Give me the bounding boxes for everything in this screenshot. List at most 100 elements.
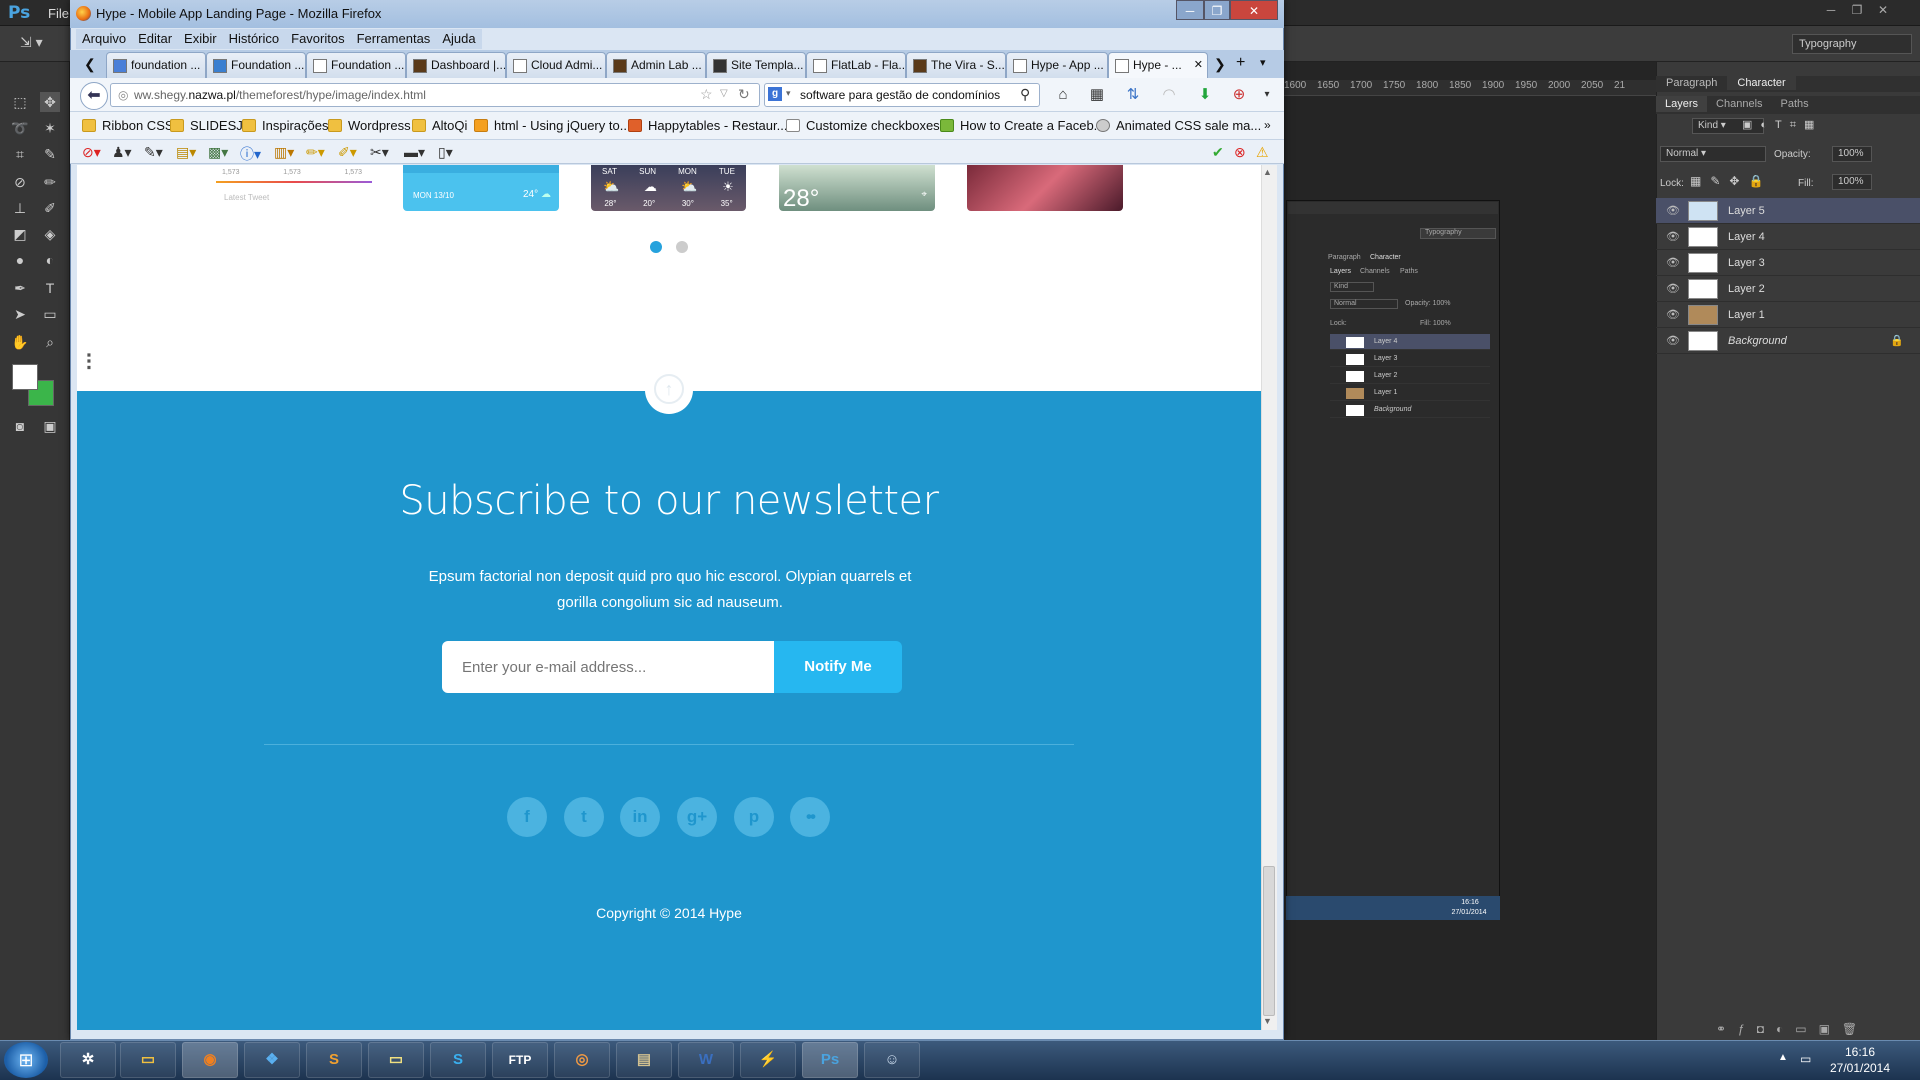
bookmark-customize-checkboxes[interactable]: Customize checkboxes... [786,118,951,133]
bookmark-create-facebook[interactable]: How to Create a Faceb... [940,118,1105,133]
menu-arquivo[interactable]: Arquivo [76,29,132,48]
menu-ajuda[interactable]: Ajuda [436,29,481,48]
visibility-eye-icon[interactable]: 👁 [1666,256,1680,269]
path-selection-icon[interactable]: ➤ [10,304,30,324]
menu-ferramentas[interactable]: Ferramentas [351,29,437,48]
cookies-icon[interactable]: ♟▾ [112,144,132,161]
chrome-icon[interactable]: ◎ [554,1042,610,1078]
ps-minimize-icon[interactable]: ─ [1818,1,1844,19]
tools-icon[interactable]: ✂▾ [370,144,389,161]
brush-tool-icon[interactable]: ✏ [40,172,60,192]
validation-error-icon[interactable]: ⊗ [1234,144,1246,161]
pen-tool-icon[interactable]: ✒ [10,278,30,298]
images-icon[interactable]: ▩▾ [208,144,228,161]
browser-tab[interactable]: Hype - App ... [1006,52,1108,78]
visibility-eye-icon[interactable]: 👁 [1666,282,1680,295]
rss-icon[interactable]: ◠ [1160,86,1178,104]
browser-tab[interactable]: FlatLab - Fla... [806,52,906,78]
bookmarks-icon[interactable]: ▦ [1088,86,1106,104]
paint-bucket-icon[interactable]: ◈ [40,224,60,244]
tab-layers[interactable]: Layers [1656,96,1708,112]
tray-expand-icon[interactable]: ▲ [1778,1052,1788,1063]
search-magnifier-icon[interactable]: ⚲ [1020,86,1030,103]
zoom-tool-icon[interactable]: ⌕ [40,332,60,352]
browser-tab-active[interactable]: Hype - ... ✕ [1108,52,1208,78]
scroll-top-button[interactable]: ↑ [645,366,693,414]
history-brush-icon[interactable]: ✐ [40,198,60,218]
linkedin-icon[interactable]: in [620,797,660,837]
notify-me-button[interactable]: Notify Me [774,641,902,693]
browser-tab[interactable]: Site Templa... [706,52,806,78]
url-dropdown-icon[interactable]: ▽ [720,88,728,99]
ps-maximize-icon[interactable]: ❐ [1844,1,1870,19]
browser-tab[interactable]: Foundation ... [306,52,406,78]
tab-character[interactable]: Character [1727,76,1796,90]
marquee-tool-icon[interactable]: ⬚ [10,92,30,112]
close-icon[interactable]: ✕ [1230,0,1278,20]
layer-row-layer-1[interactable]: 👁 Layer 1 [1656,302,1920,328]
explorer-folder-icon[interactable]: ▭ [120,1042,176,1078]
move-tool-icon-2[interactable]: ✥ [40,92,60,112]
validation-ok-icon[interactable]: ✔ [1212,144,1224,161]
visibility-eye-icon[interactable]: 👁 [1666,308,1680,321]
eraser-tool-icon[interactable]: ◩ [10,224,30,244]
slider-dot[interactable] [676,241,688,253]
bookmark-folder-wordpress[interactable]: Wordpress [328,118,411,133]
bookmark-folder-slidesjs[interactable]: SLIDESJS [170,118,251,133]
layer-row-background[interactable]: 👁 Background 🔒 [1656,328,1920,354]
taskbar-app-icon[interactable]: ✲ [60,1042,116,1078]
reload-icon[interactable]: ↻ [738,86,750,103]
download-icon[interactable]: ⬇ [1196,86,1214,104]
options-icon[interactable]: ▯▾ [438,144,453,161]
ps-menu-file[interactable]: File [48,6,69,21]
information-icon[interactable]: ⓘ▾ [240,144,261,164]
ftp-icon[interactable]: FTP [492,1042,548,1078]
email-input[interactable] [442,641,774,693]
bookmark-folder-altoqi[interactable]: AltoQi [412,118,467,133]
resize-icon[interactable]: ✐▾ [338,144,357,161]
google-search-icon[interactable]: g [768,87,782,101]
menu-editar[interactable]: Editar [132,29,178,48]
dropbox-icon[interactable]: ❖ [244,1042,300,1078]
foreground-color-swatch[interactable] [12,364,38,390]
pinterest-icon[interactable]: p [734,797,774,837]
bookmark-html-jquery[interactable]: html - Using jQuery to... [474,118,631,133]
slider-dot-active[interactable] [650,241,662,253]
start-button-icon[interactable]: ⊞ [4,1042,48,1078]
browser-tab[interactable]: Foundation ... [206,52,306,78]
fill-input[interactable]: 100% [1832,174,1872,190]
visibility-eye-icon[interactable]: 👁 [1666,334,1680,347]
back-button-icon[interactable]: ⬅ [80,82,108,110]
validation-warning-icon[interactable]: ⚠ [1256,144,1269,161]
visibility-eye-icon[interactable]: 👁 [1666,204,1680,217]
browser-tab[interactable]: Admin Lab ... [606,52,706,78]
layer-row-layer-2[interactable]: 👁 Layer 2 [1656,276,1920,302]
tab-scroll-left-icon[interactable]: ❮ [84,56,96,73]
browser-tab[interactable]: foundation ... [106,52,206,78]
photoshop-taskbar-icon[interactable]: Ps [802,1042,858,1078]
lasso-tool-icon[interactable]: ➰ [10,118,30,138]
browser-tab[interactable]: Cloud Admi... [506,52,606,78]
home-icon[interactable]: ⌂ [1054,86,1072,104]
layer-row-layer-4[interactable]: 👁 Layer 4 [1656,224,1920,250]
browser-tab[interactable]: The Vira - S... [906,52,1006,78]
lock-icons[interactable]: ▦✎✥🔒 [1690,174,1772,188]
healing-brush-icon[interactable]: ⊘ [10,172,30,192]
sync-icon[interactable]: ⇅ [1124,86,1142,104]
forms-icon[interactable]: ▤▾ [176,144,196,161]
finder-icon[interactable]: ☺ [864,1042,920,1078]
eyedropper-icon[interactable]: ✎ [40,144,60,164]
word-icon[interactable]: W [678,1042,734,1078]
tab-paragraph[interactable]: Paragraph [1656,76,1727,90]
firefox-taskbar-icon[interactable]: ◉ [182,1042,238,1078]
ps-close-icon[interactable]: ✕ [1870,1,1896,19]
facebook-icon[interactable]: f [507,797,547,837]
tab-scroll-right-icon[interactable]: ❯ [1214,56,1226,73]
workspace-switcher[interactable]: Typography [1792,34,1912,54]
minimize-icon[interactable]: ─ [1176,0,1204,20]
type-tool-icon[interactable]: T [40,278,60,298]
bookmark-folder-inspiracoes[interactable]: Inspirações [242,118,328,133]
layer-filter-icons[interactable]: ▣◐T⌗▦ [1742,118,1822,132]
layer-row-layer-3[interactable]: 👁 Layer 3 [1656,250,1920,276]
system-clock[interactable]: 16:16 27/01/2014 [1810,1044,1910,1076]
